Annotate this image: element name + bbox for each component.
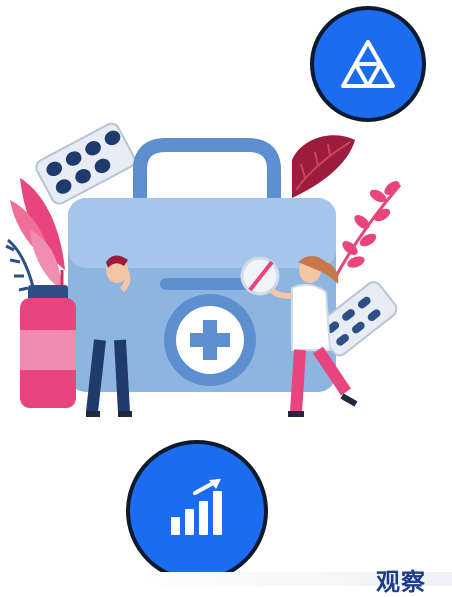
pink-branch-right	[332, 181, 402, 281]
kit-handle	[133, 138, 281, 206]
maroon-leaf	[292, 135, 355, 198]
pill-strip-left	[35, 122, 136, 205]
footer-heading: 观察	[376, 568, 426, 596]
network-button[interactable]	[310, 6, 426, 122]
growth-chart-button[interactable]	[126, 440, 268, 582]
triangle-network-icon	[341, 40, 395, 88]
pill-bottle	[20, 285, 76, 408]
growth-chart-icon	[171, 479, 222, 535]
